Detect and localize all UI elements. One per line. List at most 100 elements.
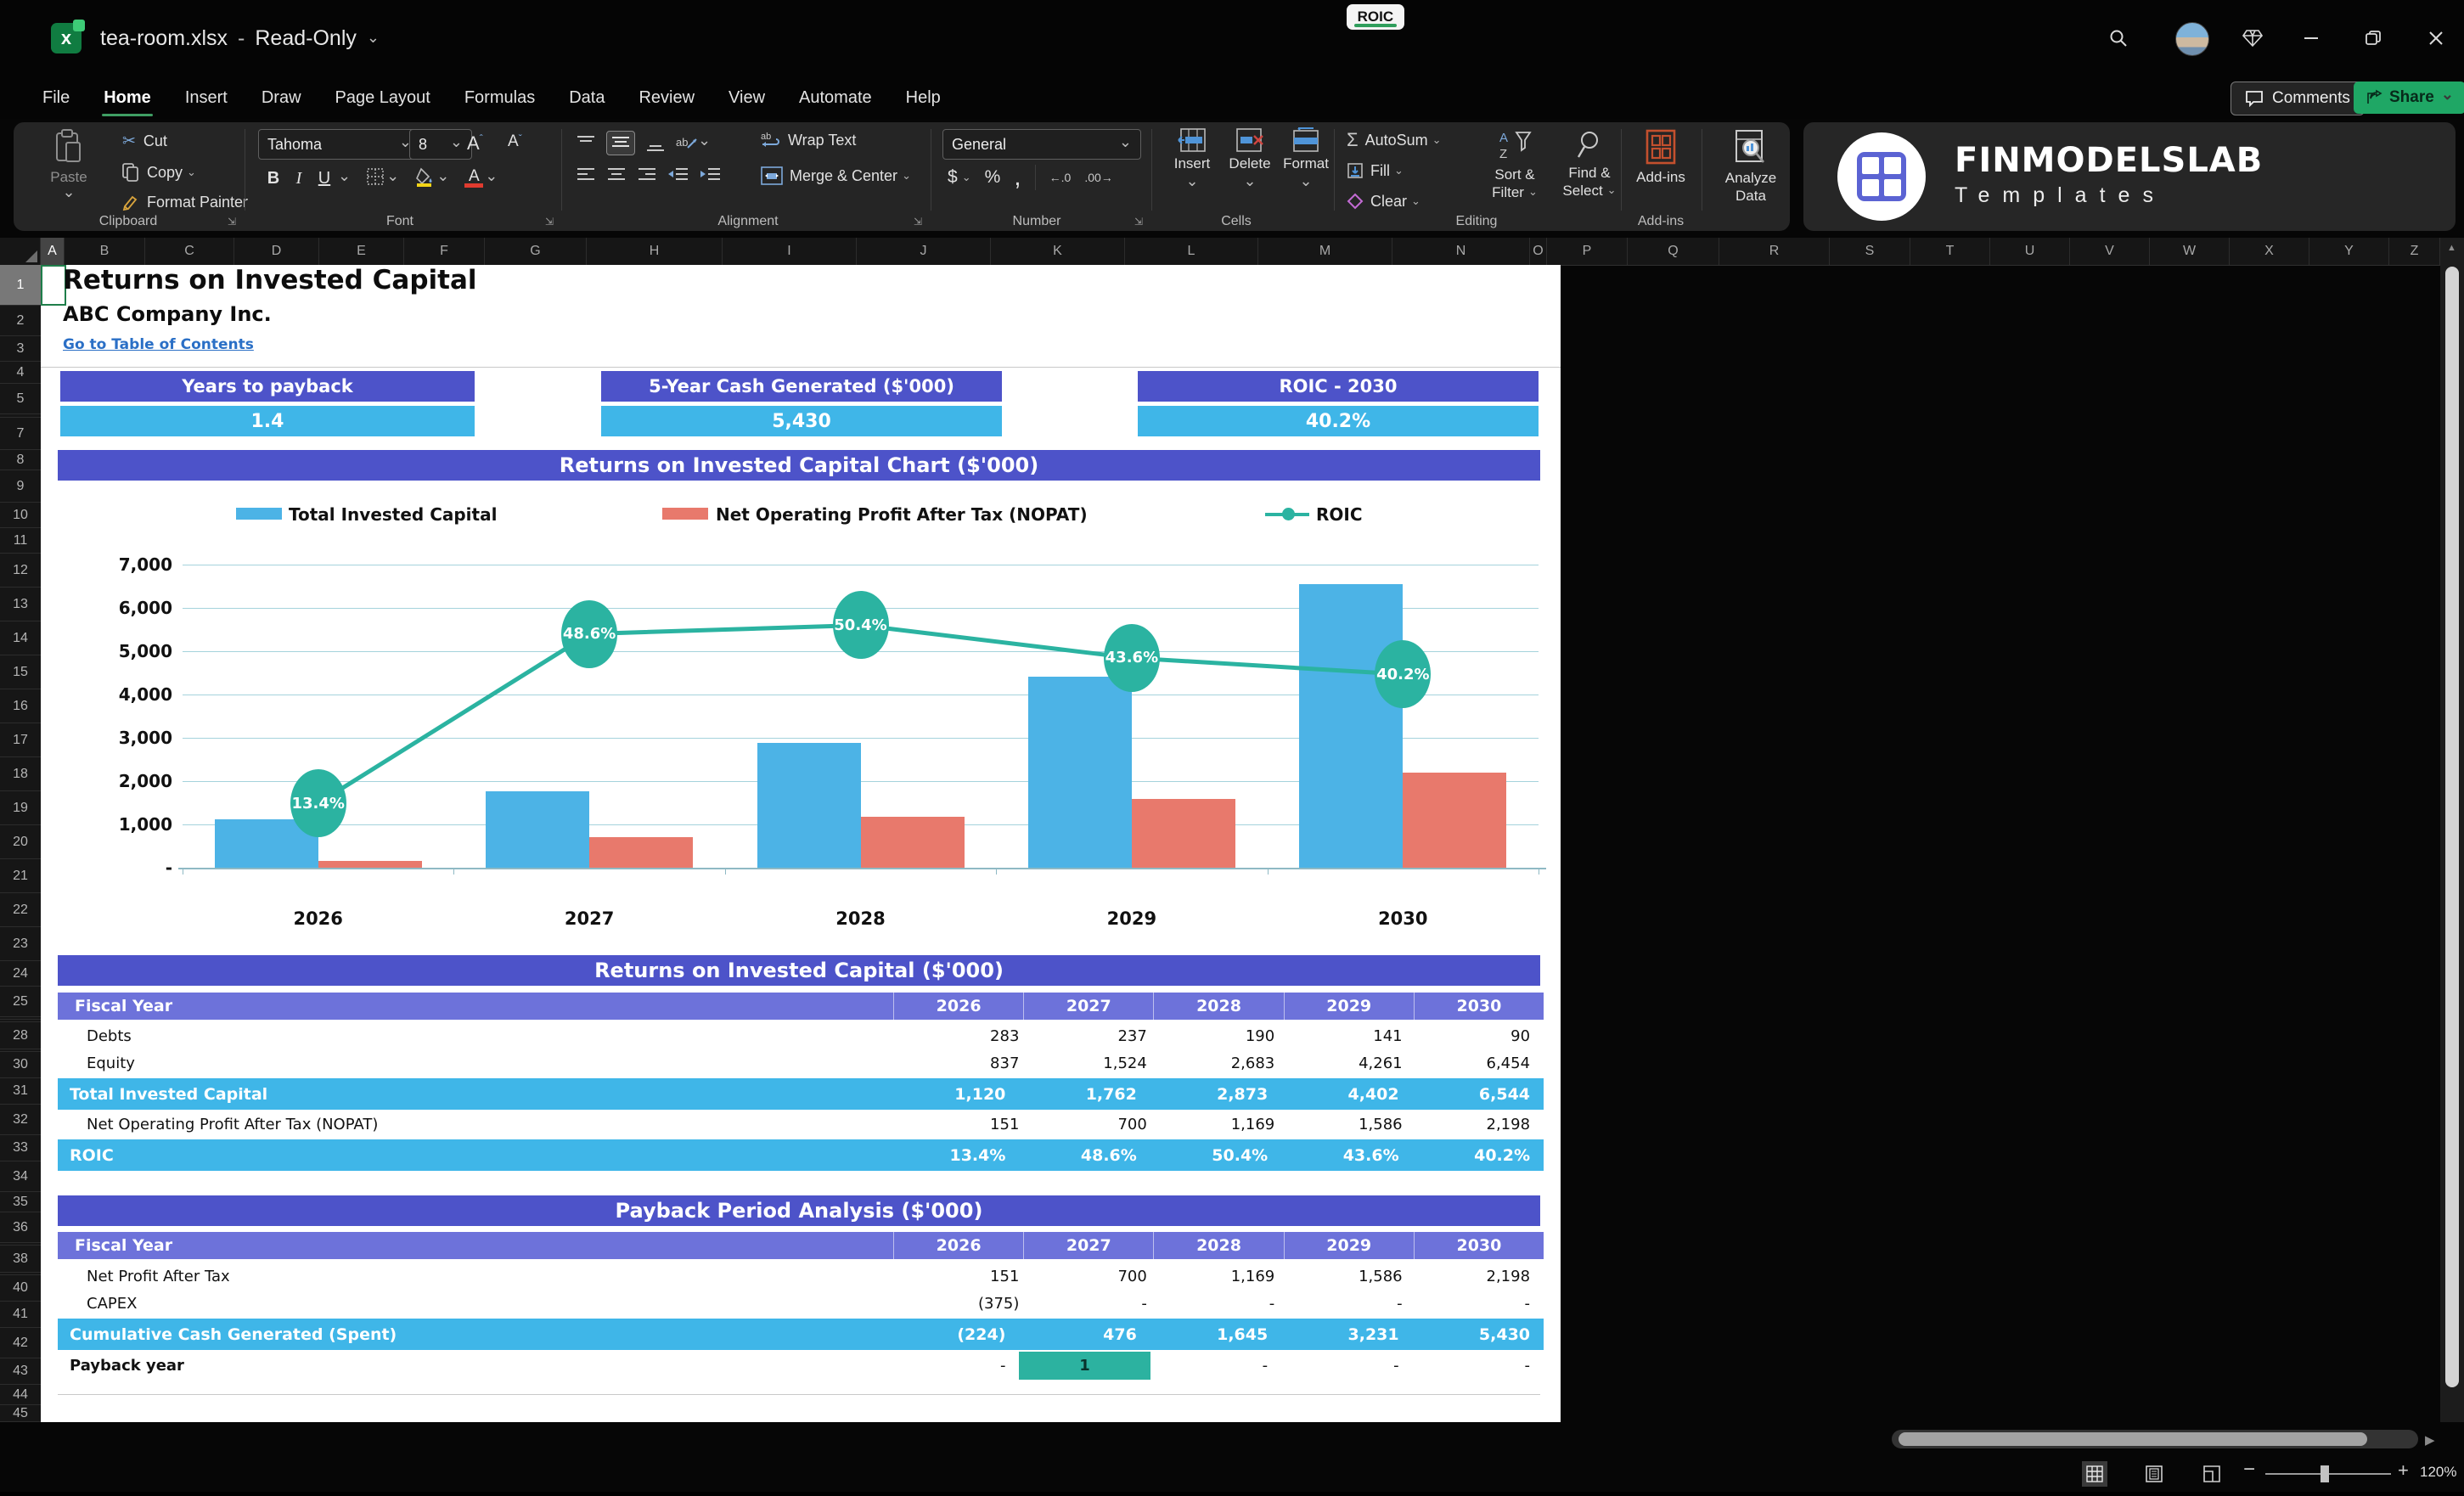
table-of-contents-link[interactable]: Go to Table of Contents xyxy=(63,336,254,353)
cell-2029[interactable]: 4,402 xyxy=(1281,1078,1412,1110)
clear-button[interactable]: Clear xyxy=(1347,188,1420,214)
row-header-10[interactable]: 10 xyxy=(0,503,41,528)
cell-2027[interactable]: 700 xyxy=(1032,1111,1160,1138)
cell-2026[interactable]: 283 xyxy=(905,1023,1032,1049)
column-header-K[interactable]: K xyxy=(991,238,1125,265)
column-header-G[interactable]: G xyxy=(485,238,587,265)
format-cells-button[interactable]: Format xyxy=(1279,127,1333,193)
restore-button[interactable] xyxy=(2359,24,2388,53)
font-dialog-launcher[interactable]: ⇲ xyxy=(545,216,557,228)
ribbon-tab-data[interactable]: Data xyxy=(567,85,606,111)
cell-2026[interactable]: (224) xyxy=(888,1319,1019,1350)
currency-format-button[interactable]: $ xyxy=(948,167,971,188)
share-button[interactable]: Share xyxy=(2354,82,2464,114)
row-header-35[interactable]: 35 xyxy=(0,1192,41,1212)
row-header-2[interactable]: 2 xyxy=(0,306,41,336)
row-header-15[interactable]: 15 xyxy=(0,655,41,689)
row-header-36[interactable]: 36 xyxy=(0,1212,41,1243)
row-header-3[interactable]: 3 xyxy=(0,336,41,362)
bold-button[interactable]: B xyxy=(262,169,285,188)
number-dialog-launcher[interactable]: ⇲ xyxy=(1134,216,1146,228)
row-header-42[interactable]: 42 xyxy=(0,1328,41,1358)
zoom-out-button[interactable]: − xyxy=(2243,1458,2255,1482)
chevron-down-icon[interactable] xyxy=(39,186,98,204)
column-header-T[interactable]: T xyxy=(1910,238,1990,265)
cell-2027[interactable]: 476 xyxy=(1019,1319,1150,1350)
row-header-40[interactable]: 40 xyxy=(0,1275,41,1302)
row-header-44[interactable]: 44 xyxy=(0,1385,41,1405)
zoom-slider-thumb[interactable] xyxy=(2321,1465,2329,1482)
decrease-indent-icon[interactable] xyxy=(667,166,689,182)
cell-2026[interactable]: 151 xyxy=(905,1263,1032,1290)
cell-2028[interactable]: 50.4% xyxy=(1150,1139,1281,1171)
cell-2028[interactable]: 1,169 xyxy=(1161,1111,1288,1138)
column-header-H[interactable]: H xyxy=(587,238,723,265)
column-header-D[interactable]: D xyxy=(234,238,319,265)
zoom-in-button[interactable]: + xyxy=(2398,1459,2409,1482)
cell-2027[interactable]: 1,762 xyxy=(1019,1078,1150,1110)
vertical-scrollbar-thumb[interactable] xyxy=(2445,267,2459,1387)
wrap-text-button[interactable]: ab Wrap Text xyxy=(761,131,856,149)
clipboard-dialog-launcher[interactable]: ⇲ xyxy=(228,216,239,228)
sheet-canvas[interactable]: Returns on Invested Capital ABC Company … xyxy=(41,265,2440,1422)
cell-2030[interactable]: 90 xyxy=(1416,1023,1544,1049)
cell-2029[interactable]: - xyxy=(1281,1352,1412,1380)
row-header-18[interactable]: 18 xyxy=(0,757,41,791)
cut-button[interactable]: ✂ Cut xyxy=(122,132,167,151)
cell-2028[interactable]: 2,683 xyxy=(1161,1050,1288,1077)
cell-2030[interactable]: 6,544 xyxy=(1413,1078,1544,1110)
column-header-W[interactable]: W xyxy=(2150,238,2230,265)
ribbon-tab-view[interactable]: View xyxy=(727,85,767,111)
cell-2028[interactable]: 1,645 xyxy=(1150,1319,1281,1350)
cell-2026[interactable]: 151 xyxy=(905,1111,1032,1138)
comments-button[interactable]: Comments xyxy=(2231,82,2365,115)
row-header-14[interactable]: 14 xyxy=(0,621,41,655)
column-header-Y[interactable]: Y xyxy=(2309,238,2389,265)
cell-2030[interactable]: - xyxy=(1416,1291,1544,1317)
column-header-M[interactable]: M xyxy=(1258,238,1392,265)
page-break-view-button[interactable] xyxy=(2199,1461,2225,1487)
row-header-21[interactable]: 21 xyxy=(0,859,41,893)
column-header-Z[interactable]: Z xyxy=(2389,238,2440,265)
row-header-34[interactable]: 34 xyxy=(0,1161,41,1192)
cell-2028[interactable]: 190 xyxy=(1161,1023,1288,1049)
number-format-select[interactable]: General xyxy=(942,129,1141,160)
align-center-icon[interactable] xyxy=(606,166,627,182)
column-header-S[interactable]: S xyxy=(1830,238,1910,265)
align-left-icon[interactable] xyxy=(576,166,596,182)
increase-font-button[interactable]: Aˆ xyxy=(467,132,483,155)
format-painter-button[interactable]: Format Painter xyxy=(122,194,248,211)
cell-2027[interactable]: 1 xyxy=(1019,1352,1150,1380)
cell-2027[interactable]: - xyxy=(1032,1291,1160,1317)
cell-2026[interactable]: 837 xyxy=(905,1050,1032,1077)
row-header-7[interactable]: 7 xyxy=(0,418,41,450)
row-header-43[interactable]: 43 xyxy=(0,1358,41,1385)
column-header-E[interactable]: E xyxy=(319,238,404,265)
font-name-select[interactable]: Tahoma xyxy=(258,129,421,160)
minimize-button[interactable] xyxy=(2297,24,2326,53)
font-color-button[interactable]: A xyxy=(464,168,484,188)
column-header-C[interactable]: C xyxy=(145,238,234,265)
ribbon-tab-insert[interactable]: Insert xyxy=(183,85,229,111)
cell-2029[interactable]: 4,261 xyxy=(1288,1050,1415,1077)
cell-2029[interactable]: 1,586 xyxy=(1288,1111,1415,1138)
cell-2029[interactable]: - xyxy=(1288,1291,1415,1317)
cell-2030[interactable]: - xyxy=(1413,1352,1544,1380)
row-header-23[interactable]: 23 xyxy=(0,927,41,961)
cell-2029[interactable]: 3,231 xyxy=(1281,1319,1412,1350)
orientation-button[interactable]: ab xyxy=(676,134,711,153)
row-header-11[interactable]: 11 xyxy=(0,528,41,554)
increase-decimal-button[interactable]: ←.0 xyxy=(1049,171,1072,184)
cell-2029[interactable]: 43.6% xyxy=(1281,1139,1412,1171)
alignment-dialog-launcher[interactable]: ⇲ xyxy=(914,216,925,228)
column-header-R[interactable]: R xyxy=(1719,238,1830,265)
cell-2030[interactable]: 5,430 xyxy=(1413,1319,1544,1350)
row-header-24[interactable]: 24 xyxy=(0,961,41,987)
row-header-12[interactable]: 12 xyxy=(0,554,41,588)
page-layout-view-button[interactable] xyxy=(2141,1461,2167,1487)
row-header-8[interactable]: 8 xyxy=(0,450,41,470)
user-avatar[interactable] xyxy=(2175,22,2209,56)
select-all-corner[interactable] xyxy=(0,238,41,265)
column-header-X[interactable]: X xyxy=(2230,238,2309,265)
ribbon-tab-automate[interactable]: Automate xyxy=(797,85,874,111)
